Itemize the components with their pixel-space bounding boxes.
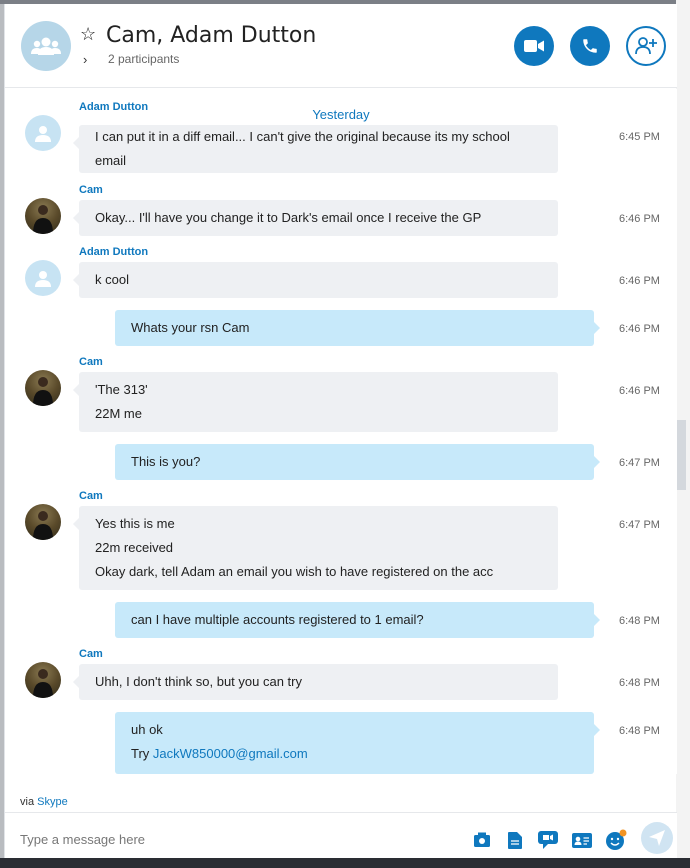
message-text: 'The 313' — [95, 382, 148, 397]
via-prefix: via — [20, 796, 35, 808]
message-time: 6:46 PM — [619, 275, 660, 287]
message-bubble: Uhh, I don't think so, but you can try — [73, 664, 558, 700]
message-text: Yes this is me — [95, 516, 175, 531]
message-text: Whats your rsn Cam — [131, 320, 250, 335]
message-bubble-outgoing: uh ok Try JackW850000@gmail.com — [115, 712, 600, 774]
message-time: 6:47 PM — [619, 457, 660, 469]
phone-icon — [583, 39, 597, 53]
message-bubble: 'The 313' 22M me — [73, 372, 558, 432]
message-text: 22m received — [95, 540, 174, 555]
favorite-star-icon[interactable]: ☆ — [80, 24, 96, 45]
message-list[interactable]: Adam Dutton I can put it in a diff email… — [5, 89, 677, 774]
email-link[interactable]: JackW850000@gmail.com — [153, 746, 308, 761]
message-text: Okay dark, tell Adam an email you wish t… — [95, 564, 494, 579]
default-avatar-icon — [35, 271, 51, 287]
file-icon[interactable] — [504, 829, 526, 851]
conversation-window: ☆ Cam, Adam Dutton › 2 participants Adam… — [4, 4, 677, 858]
message-text-with-link: Try JackW850000@gmail.com — [131, 742, 578, 766]
via-skype-label: via Skype — [20, 796, 68, 808]
add-person-icon — [635, 37, 657, 55]
message-text: uh ok — [131, 722, 163, 737]
audio-call-button[interactable] — [570, 26, 610, 66]
message-composer: Type a message here — [5, 812, 677, 858]
message-input[interactable]: Type a message here — [20, 832, 145, 847]
message-text: 22M me — [95, 406, 142, 421]
video-message-icon[interactable] — [537, 829, 559, 851]
video-call-button[interactable] — [514, 26, 554, 66]
user-photo-icon — [33, 205, 53, 234]
message-time: 6:45 PM — [619, 131, 660, 143]
message-time: 6:46 PM — [619, 323, 660, 335]
message-sender: Cam — [79, 490, 103, 502]
message-time: 6:47 PM — [619, 519, 660, 531]
video-camera-icon — [524, 40, 544, 52]
conversation-title: Cam, Adam Dutton — [106, 23, 317, 48]
message-bubble: Okay... I'll have you change it to Dark'… — [73, 200, 558, 236]
message-text: Okay... I'll have you change it to Dark'… — [95, 210, 482, 225]
message-time: 6:46 PM — [619, 385, 660, 397]
message-bubble: I can put it in a diff email... I can't … — [73, 125, 558, 173]
send-button[interactable] — [641, 822, 673, 854]
message-sender: Cam — [79, 648, 103, 660]
message-text: can I have multiple accounts registered … — [131, 612, 424, 627]
avatar — [25, 198, 61, 234]
user-photo-icon — [33, 669, 53, 698]
message-text: email — [95, 153, 127, 168]
message-text: I can put it in a diff email... I can't … — [95, 129, 510, 144]
media-gallery-icon[interactable] — [471, 829, 493, 851]
message-text: This is you? — [131, 454, 201, 469]
avatar — [25, 370, 61, 406]
message-bubble-outgoing: Whats your rsn Cam — [115, 310, 600, 346]
conversation-header: ☆ Cam, Adam Dutton › 2 participants — [5, 4, 677, 88]
message-sender: Adam Dutton — [79, 246, 149, 258]
emoji-icon[interactable] — [605, 829, 627, 851]
message-text: k cool — [95, 272, 129, 287]
add-participant-button[interactable] — [626, 26, 666, 66]
contact-card-icon[interactable] — [571, 829, 593, 851]
group-avatar-icon[interactable] — [21, 21, 71, 71]
skype-link[interactable]: Skype — [37, 796, 68, 808]
chevron-right-icon[interactable]: › — [83, 52, 87, 67]
message-bubble: k cool — [73, 262, 558, 298]
avatar — [25, 260, 61, 296]
message-time: 6:48 PM — [619, 615, 660, 627]
default-avatar-icon — [35, 126, 51, 142]
message-bubble: Yes this is me 22m received Okay dark, t… — [73, 506, 558, 590]
user-photo-icon — [33, 511, 53, 540]
participants-count[interactable]: 2 participants — [108, 52, 179, 66]
message-sender: Cam — [79, 184, 103, 196]
message-time: 6:48 PM — [619, 725, 660, 737]
send-icon — [649, 830, 665, 846]
date-divider: Yesterday — [312, 107, 370, 122]
message-bubble-outgoing: can I have multiple accounts registered … — [115, 602, 600, 638]
avatar — [25, 504, 61, 540]
message-time: 6:46 PM — [619, 213, 660, 225]
message-sender: Cam — [79, 356, 103, 368]
taskbar-strip — [0, 858, 690, 868]
message-time: 6:48 PM — [619, 677, 660, 689]
message-text: Uhh, I don't think so, but you can try — [95, 674, 302, 689]
user-photo-icon — [33, 377, 53, 406]
background-window-strip — [676, 0, 690, 868]
avatar — [25, 662, 61, 698]
message-bubble-outgoing: This is you? — [115, 444, 600, 480]
background-scrollbar — [676, 420, 686, 490]
message-text: Try — [131, 746, 153, 761]
